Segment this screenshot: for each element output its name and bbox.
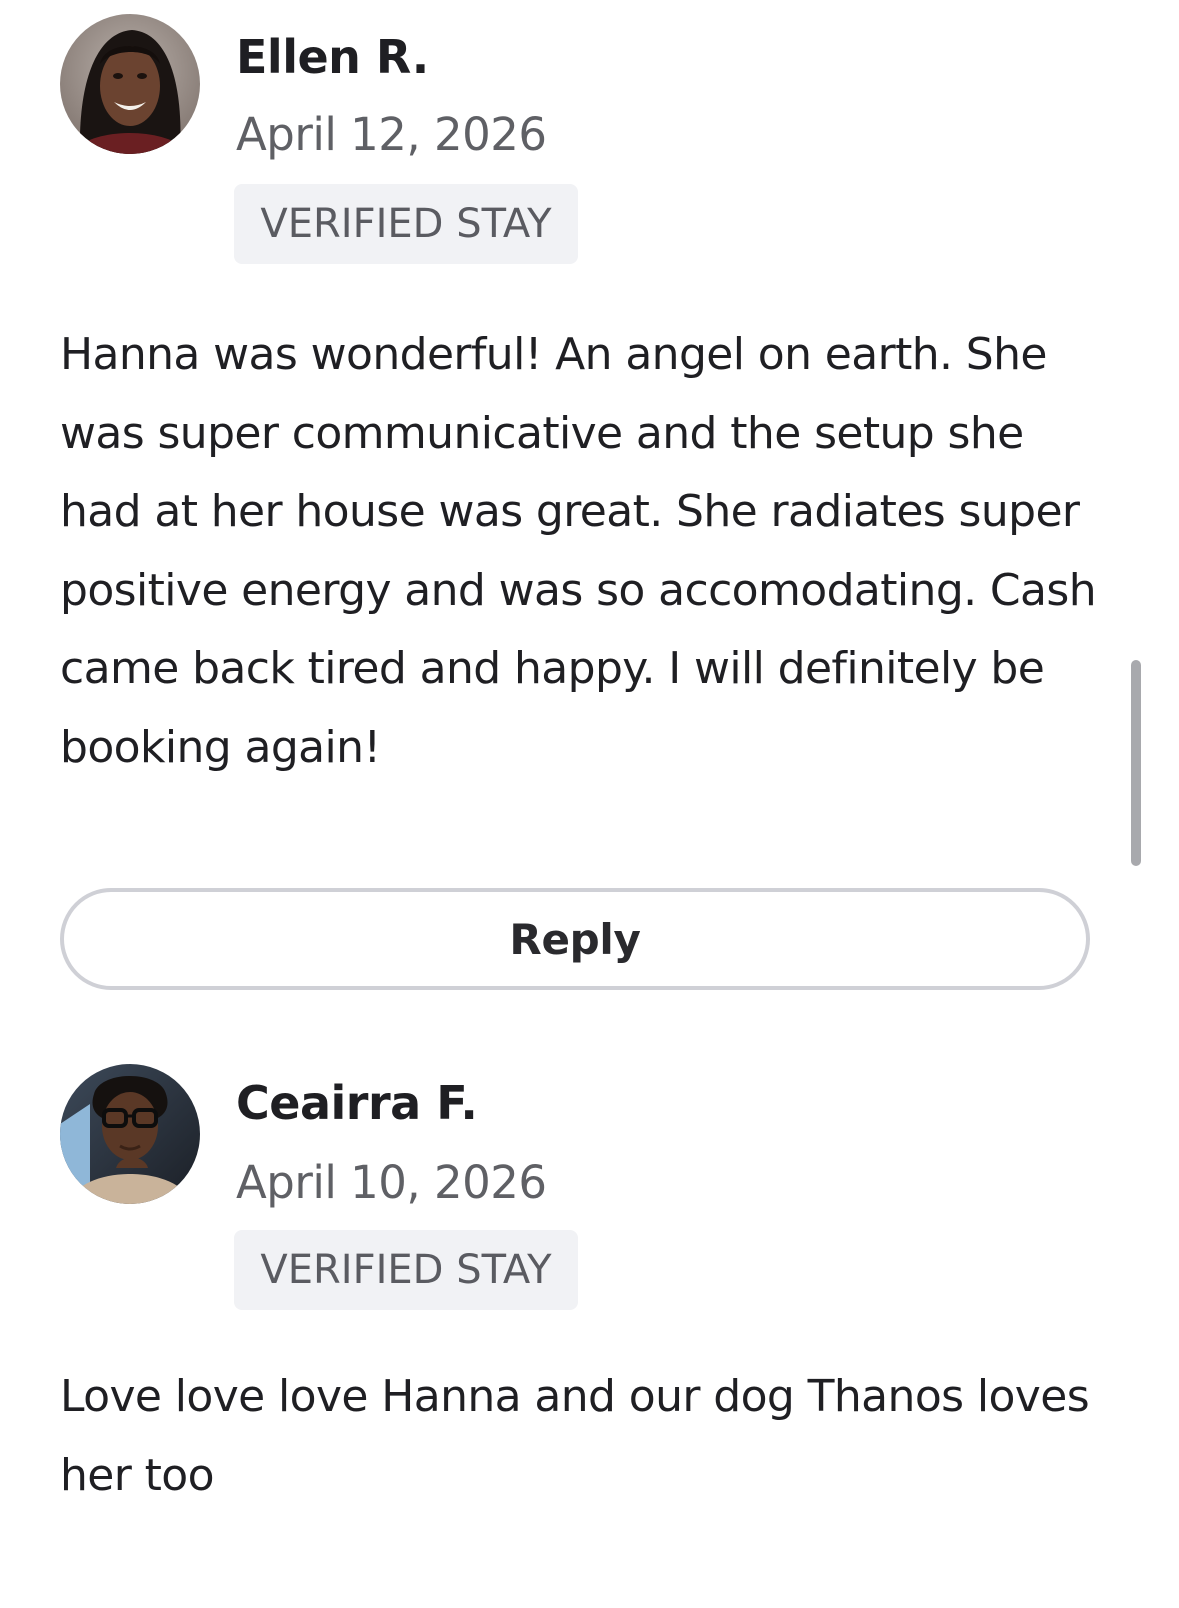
verified-stay-badge: VERIFIED STAY xyxy=(234,1230,578,1310)
scrollbar-thumb[interactable] xyxy=(1131,660,1141,866)
reviewer-name[interactable]: Ceairra F. xyxy=(236,1076,478,1130)
person-photo-icon xyxy=(60,14,200,154)
review-date: April 10, 2026 xyxy=(236,1156,547,1209)
verified-stay-badge: VERIFIED STAY xyxy=(234,184,578,264)
review-text: Hanna was wonderful! An angel on earth. … xyxy=(60,329,1097,773)
review-text: Love love love Hanna and our dog Thanos … xyxy=(60,1371,1090,1501)
reviewer-avatar[interactable] xyxy=(60,14,200,154)
reviewer-avatar[interactable] xyxy=(60,1064,200,1204)
person-photo-icon xyxy=(60,1064,200,1204)
reviewer-name[interactable]: Ellen R. xyxy=(236,30,429,84)
review-date: April 12, 2026 xyxy=(236,108,547,161)
reply-button[interactable]: Reply xyxy=(60,888,1090,990)
